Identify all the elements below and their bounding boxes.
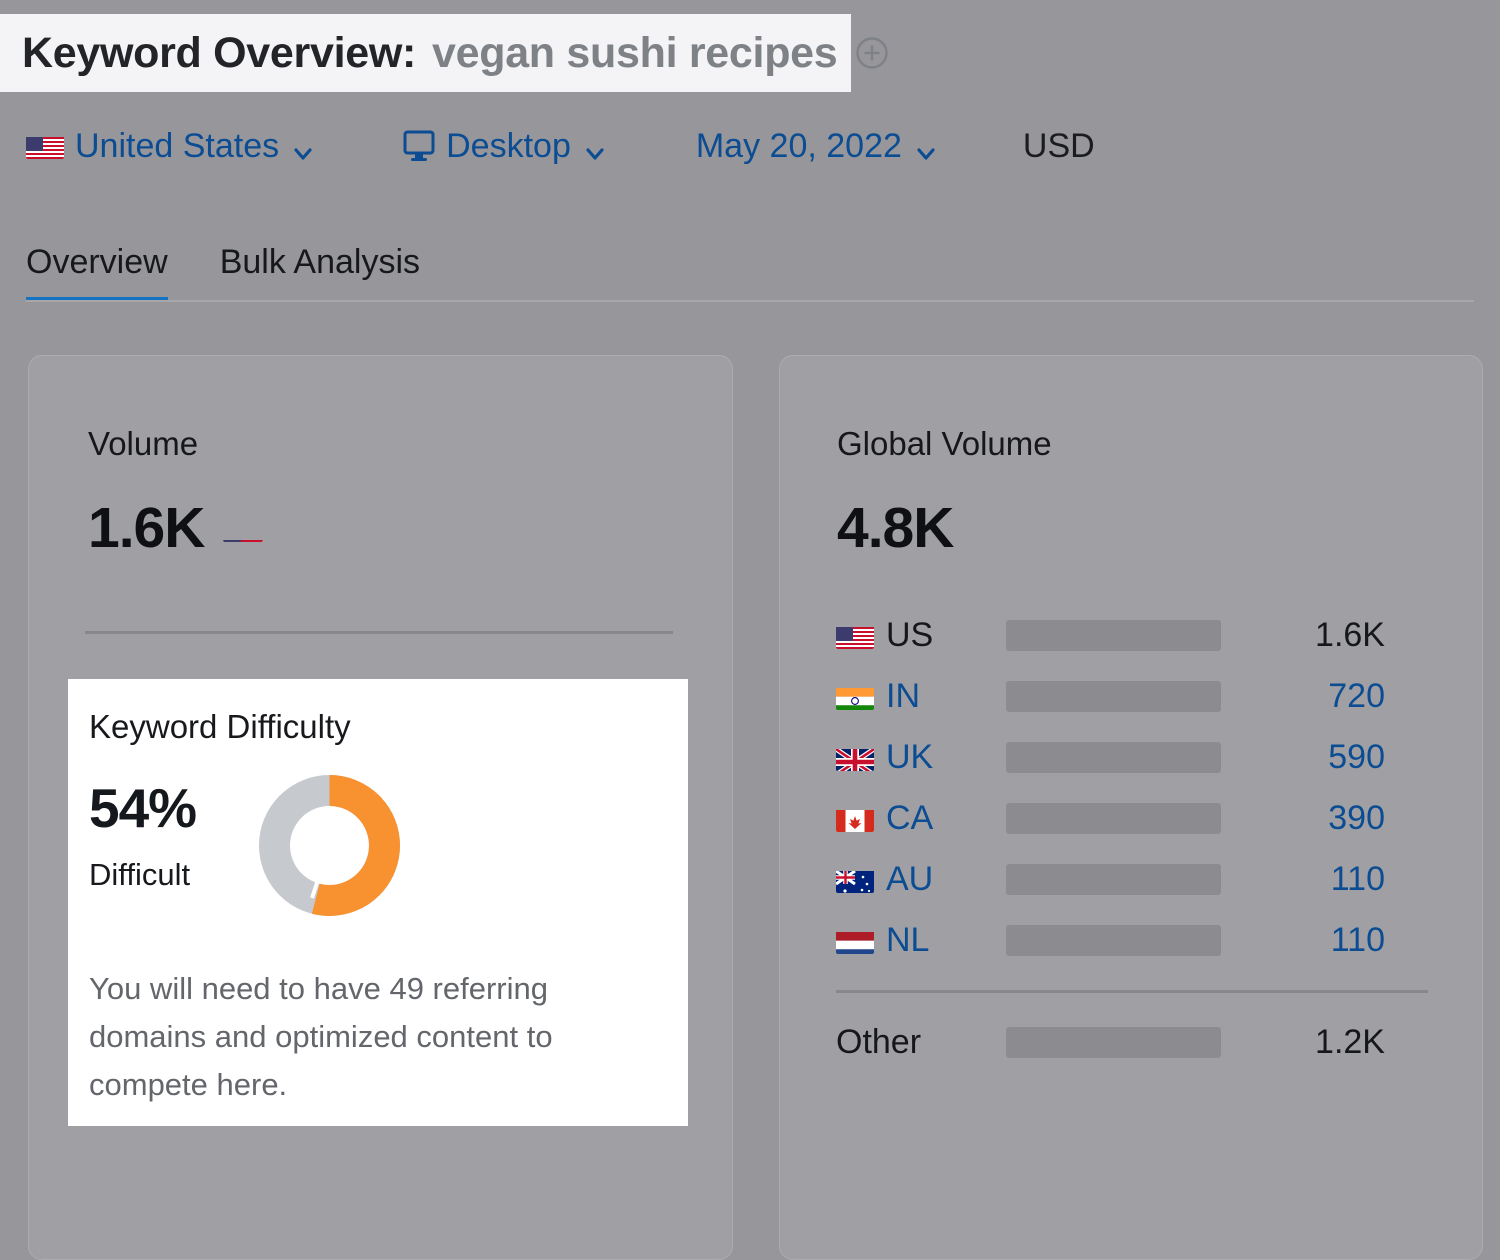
global-volume-value: 4.8K: [837, 496, 954, 560]
country-volume-value: 390: [1328, 799, 1385, 837]
au-flag-icon: [836, 867, 874, 893]
country-cell: AU: [836, 860, 1006, 899]
global-volume-divider: [836, 990, 1428, 993]
table-row[interactable]: AU 110: [836, 849, 1436, 910]
table-row[interactable]: NL 110: [836, 910, 1436, 971]
keyword-difficulty-panel: Keyword Difficulty 54% Difficult You wil…: [68, 679, 688, 1126]
volume-bar-track: [1006, 681, 1221, 712]
country-code: UK: [886, 738, 934, 776]
us-flag-icon: [836, 623, 874, 649]
country-code: AU: [886, 860, 934, 898]
tab-bar: Overview Bulk Analysis: [26, 232, 420, 302]
chevron-down-icon: [584, 135, 606, 160]
device-selector[interactable]: Desktop: [402, 127, 606, 166]
date-selector[interactable]: May 20, 2022: [696, 127, 937, 166]
page-title: Keyword Overview:: [22, 28, 416, 77]
plus-circle-icon[interactable]: [855, 36, 889, 70]
table-row[interactable]: US 1.6K: [836, 605, 1436, 666]
country-cell: CA: [836, 799, 1006, 838]
country-code: US: [886, 616, 934, 654]
country-selector[interactable]: United States: [26, 127, 314, 166]
ca-flag-icon: [836, 806, 874, 832]
nl-flag-icon: [836, 928, 874, 954]
country-cell: UK: [836, 738, 1006, 777]
country-label: United States: [75, 126, 280, 165]
country-volume-value: 110: [1330, 921, 1385, 959]
table-row[interactable]: IN 720: [836, 666, 1436, 727]
keyword-value: vegan sushi recipes: [432, 28, 838, 77]
country-cell: US: [836, 616, 1006, 655]
uk-flag-icon: [836, 745, 874, 771]
volume-bar-track: [1006, 620, 1221, 651]
filter-bar: United States Desktop May 20, 2022 USD: [26, 118, 1095, 174]
monitor-icon: [402, 130, 436, 162]
device-label: Desktop: [446, 126, 571, 165]
tab-bar-divider: [26, 300, 1474, 302]
keyword-difficulty-percent: 54%: [89, 777, 197, 839]
table-row[interactable]: CA 390: [836, 788, 1436, 849]
chevron-down-icon: [292, 135, 314, 160]
volume-card-divider: [85, 631, 673, 634]
country-volume-value: 1.6K: [1315, 616, 1385, 654]
page-title-row: Keyword Overview: vegan sushi recipes: [0, 14, 889, 92]
volume-value-row: 1.6K: [88, 495, 264, 561]
us-flag-icon: [223, 515, 264, 542]
keyword-difficulty-description: You will need to have 49 referring domai…: [89, 971, 553, 1102]
currency-label: USD: [1023, 127, 1095, 166]
keyword-difficulty-level: Difficult: [89, 857, 191, 892]
volume-value: 1.6K: [88, 496, 205, 560]
country-code: NL: [886, 921, 930, 959]
country-volume-value: 1.2K: [1315, 1023, 1385, 1061]
currency-value: USD: [1022, 126, 1095, 165]
chevron-down-icon: [915, 135, 937, 160]
keyword-difficulty-donut-chart: [258, 774, 401, 917]
tab-bulk-analysis[interactable]: Bulk Analysis: [220, 243, 420, 302]
country-volume-value: 110: [1330, 860, 1385, 898]
volume-bar-track: [1006, 864, 1221, 895]
keyword-difficulty-title: Keyword Difficulty: [89, 708, 351, 745]
country-volume-value: 720: [1328, 677, 1385, 715]
country-code: CA: [886, 799, 934, 837]
in-flag-icon: [836, 684, 874, 710]
volume-bar-track: [1006, 742, 1221, 773]
country-code: IN: [886, 677, 920, 715]
title-highlight: Keyword Overview: vegan sushi recipes: [0, 14, 852, 92]
global-volume-label: Global Volume: [837, 425, 1052, 462]
country-cell: NL: [836, 921, 1006, 960]
tab-overview[interactable]: Overview: [26, 243, 168, 302]
country-code: Other: [836, 1023, 922, 1061]
volume-bar-track: [1006, 925, 1221, 956]
volume-label: Volume: [88, 425, 199, 462]
volume-bar-track: [1006, 803, 1221, 834]
volume-bar-track: [1006, 1027, 1221, 1058]
country-cell: Other: [836, 1023, 1006, 1062]
country-volume-value: 590: [1328, 738, 1385, 776]
country-cell: IN: [836, 677, 1006, 716]
table-row[interactable]: Other 1.2K: [836, 1012, 1436, 1073]
global-volume-country-list: US 1.6K IN 720 UK 590 CA 390 AU 110 NL 1…: [836, 605, 1436, 1073]
date-label: May 20, 2022: [695, 126, 902, 165]
table-row[interactable]: UK 590: [836, 727, 1436, 788]
global-volume-card: Global Volume 4.8K US 1.6K IN 720 UK 590…: [779, 355, 1483, 1260]
us-flag-icon: [26, 133, 64, 159]
